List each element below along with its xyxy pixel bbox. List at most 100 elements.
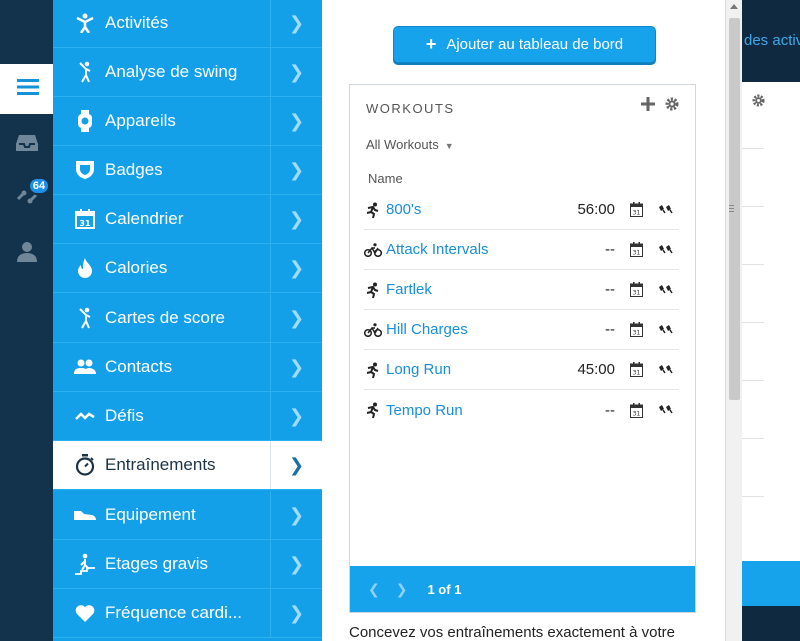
chevron-right-icon[interactable]: ❯: [270, 589, 322, 637]
menu-item-calories[interactable]: Calories ❯: [53, 244, 322, 293]
stairs-icon: [74, 553, 96, 575]
workouts-description: Concevez vos entraînements exactement à …: [349, 624, 676, 641]
add-workout-icon[interactable]: [641, 97, 655, 116]
golfer-icon: [74, 307, 96, 329]
profile-button[interactable]: [0, 232, 53, 274]
menu-item-label: Etages gravis: [105, 554, 208, 573]
chevron-right-icon[interactable]: ❯: [270, 343, 322, 391]
chevron-right-icon[interactable]: ❯: [270, 491, 322, 539]
hamburger-icon: [17, 78, 39, 101]
calendar-icon[interactable]: 31: [625, 202, 647, 217]
menu-item-calendrier[interactable]: 31 Calendrier ❯: [53, 195, 322, 244]
menu-item-label: Cartes de score: [105, 308, 225, 327]
chevron-right-icon[interactable]: ❯: [270, 195, 322, 243]
shield-badge-icon: [74, 160, 96, 180]
workout-duration: --: [605, 281, 615, 298]
workouts-card: WORKOUTS All Workouts ▼ Name 800's 56:00 …: [349, 84, 696, 613]
workout-list: 800's 56:00 31 Attack Intervals -- 31 Fa…: [364, 190, 679, 430]
gear-icon[interactable]: [665, 97, 679, 116]
stopwatch-icon: [74, 454, 96, 476]
menu-item-contacts[interactable]: Contacts ❯: [53, 343, 322, 392]
chevron-right-icon[interactable]: ❯: [270, 146, 322, 194]
menu-item-appareils[interactable]: Appareils ❯: [53, 97, 322, 146]
menu-toggle-button[interactable]: [0, 64, 63, 114]
background-card: [742, 82, 800, 606]
previous-page-icon[interactable]: ❮: [368, 581, 380, 598]
workout-name-link[interactable]: Hill Charges: [386, 321, 571, 338]
menu-item-frequence-cardiaque[interactable]: Fréquence cardi... ❯: [53, 589, 322, 638]
calendar-icon[interactable]: 31: [625, 322, 647, 337]
cycling-icon: [364, 322, 386, 337]
menu-item-label: Calories: [105, 258, 168, 277]
chevron-right-icon[interactable]: ❯: [270, 392, 322, 440]
menu-item-activites[interactable]: Activités ❯: [53, 0, 322, 48]
calendar-icon[interactable]: 31: [625, 362, 647, 377]
workout-name-link[interactable]: Attack Intervals: [386, 241, 571, 258]
inbox-button[interactable]: [0, 124, 53, 166]
chevron-right-icon[interactable]: ❯: [270, 441, 322, 489]
chevron-right-icon[interactable]: ❯: [270, 48, 322, 96]
calendar-icon[interactable]: 31: [625, 242, 647, 257]
chevron-right-icon[interactable]: ❯: [270, 97, 322, 145]
workout-filter-dropdown[interactable]: All Workouts ▼: [366, 137, 454, 152]
workout-duration: --: [605, 321, 615, 338]
svg-text:31: 31: [632, 210, 640, 217]
calendar-icon[interactable]: 31: [625, 282, 647, 297]
golf-swing-icon: [74, 61, 96, 83]
workout-name-link[interactable]: Long Run: [386, 361, 571, 378]
calendar-icon: 31: [74, 209, 96, 229]
workout-row: Hill Charges -- 31: [364, 310, 679, 350]
shoe-icon: [74, 509, 96, 521]
gear-icon: [752, 94, 765, 112]
user-icon: [16, 240, 38, 267]
background-page: des activ: [742, 0, 800, 641]
workout-name-link[interactable]: 800's: [386, 201, 571, 218]
notification-badge: 64: [28, 177, 50, 195]
panel-scrollbar[interactable]: [725, 0, 742, 641]
send-to-device-icon[interactable]: [653, 364, 679, 375]
next-page-icon[interactable]: ❯: [396, 581, 408, 598]
chevron-right-icon[interactable]: ❯: [270, 244, 322, 292]
workout-row: 800's 56:00 31: [364, 190, 679, 230]
heart-icon: [74, 604, 96, 622]
background-link-text: des activ: [744, 32, 800, 49]
menu-item-badges[interactable]: Badges ❯: [53, 146, 322, 195]
cycling-icon: [364, 242, 386, 257]
send-to-device-icon[interactable]: [653, 284, 679, 295]
card-tools: [641, 97, 679, 116]
menu-item-defis[interactable]: Défis ❯: [53, 392, 322, 441]
plus-icon: +: [425, 34, 437, 54]
calendar-icon[interactable]: 31: [625, 402, 647, 418]
chevron-right-icon[interactable]: ❯: [270, 0, 322, 47]
add-to-dashboard-button[interactable]: + Ajouter au tableau de bord: [393, 26, 656, 63]
running-icon: [364, 362, 386, 378]
running-icon: [364, 402, 386, 418]
menu-item-label: Calendrier: [105, 209, 184, 228]
chevron-right-icon[interactable]: ❯: [270, 294, 322, 342]
workout-name-link[interactable]: Fartlek: [386, 281, 571, 298]
workout-row: Long Run 45:00 31: [364, 350, 679, 390]
card-title: WORKOUTS: [366, 101, 455, 116]
chevron-right-icon[interactable]: ❯: [270, 540, 322, 588]
inbox-icon: [15, 134, 38, 157]
workout-name-link[interactable]: Tempo Run: [386, 402, 571, 419]
menu-item-etages-gravis[interactable]: Etages gravis ❯: [53, 540, 322, 589]
menu-item-entrainements[interactable]: Entraînements ❯: [53, 441, 322, 490]
svg-text:31: 31: [632, 250, 640, 257]
send-to-device-icon[interactable]: [653, 324, 679, 335]
send-to-device-icon[interactable]: [653, 204, 679, 215]
category-menu: Activités ❯ Analyse de swing ❯ Appareils…: [53, 0, 322, 641]
running-icon: [364, 282, 386, 298]
menu-item-cartes-de-score[interactable]: Cartes de score ❯: [53, 294, 322, 343]
add-to-dashboard-label: Ajouter au tableau de bord: [446, 36, 624, 53]
menu-item-label: Appareils: [105, 111, 176, 130]
scrollbar-grip-icon: [729, 205, 734, 212]
scroll-up-arrow-icon[interactable]: [730, 4, 738, 9]
send-to-device-icon[interactable]: [653, 405, 679, 415]
menu-item-equipement[interactable]: Equipement ❯: [53, 491, 322, 540]
send-to-device-icon[interactable]: [653, 244, 679, 255]
svg-text:31: 31: [632, 330, 640, 337]
menu-item-analyse-de-swing[interactable]: Analyse de swing ❯: [53, 48, 322, 97]
menu-item-label: Contacts: [105, 357, 173, 376]
flame-icon: [74, 258, 96, 278]
